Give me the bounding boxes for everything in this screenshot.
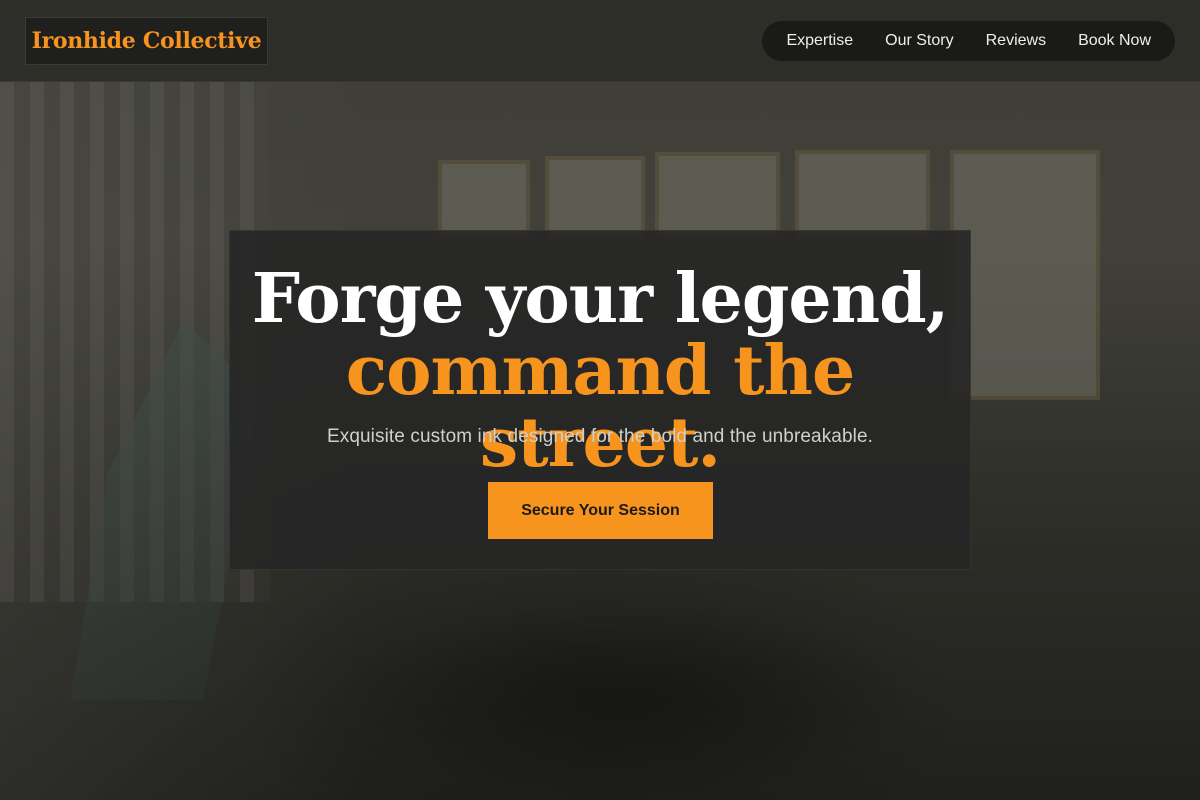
site-header: Ironhide Collective Expertise Our Story … — [0, 0, 1200, 82]
secure-session-button[interactable]: Secure Your Session — [488, 482, 713, 539]
main-nav: Expertise Our Story Reviews Book Now — [762, 21, 1175, 61]
nav-item-our-story[interactable]: Our Story — [869, 21, 969, 61]
nav-item-reviews[interactable]: Reviews — [970, 21, 1062, 61]
nav-item-book-now[interactable]: Book Now — [1062, 21, 1167, 61]
hero-subtitle: Exquisite custom ink designed for the bo… — [326, 426, 874, 447]
hero-headline-line1: Forge your legend, — [251, 259, 950, 339]
nav-item-expertise[interactable]: Expertise — [770, 21, 869, 61]
hero-headline-line2: command the street. — [345, 331, 856, 483]
hero-card: Forge your legend, command the street. E… — [229, 230, 971, 570]
brand-logo[interactable]: Ironhide Collective — [25, 17, 268, 65]
